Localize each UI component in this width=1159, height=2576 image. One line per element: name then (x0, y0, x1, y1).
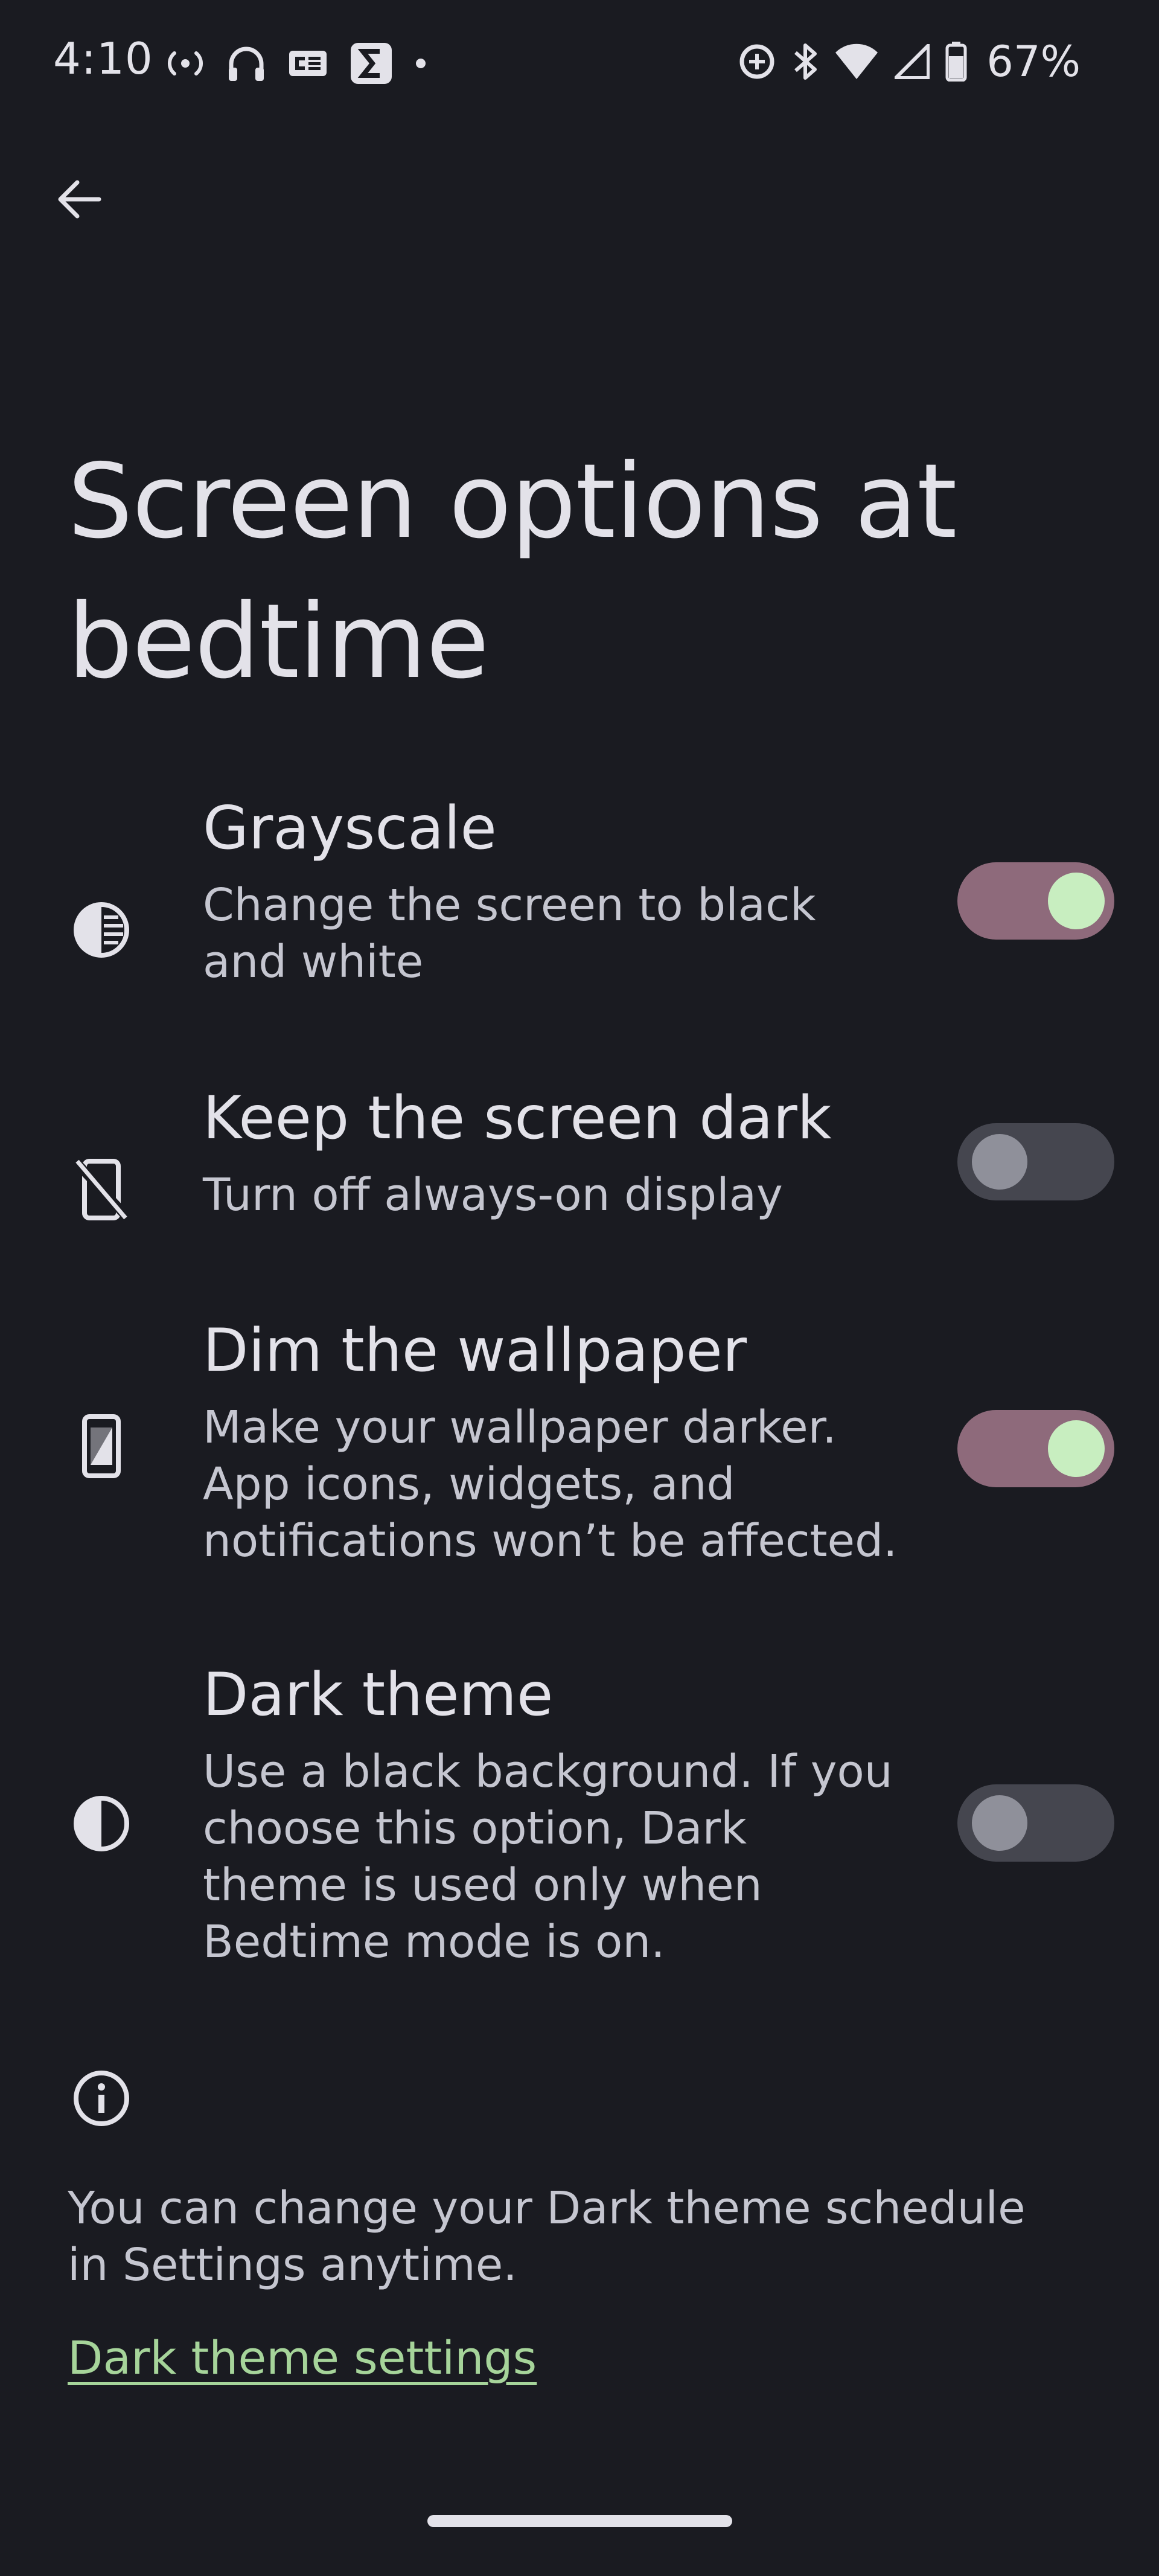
arrow-left-icon (58, 180, 101, 219)
screen-off-icon (71, 1159, 132, 1220)
setting-summary: Make your wallpaper darker. App icons, w… (203, 1402, 898, 1567)
notification-dot-icon (415, 57, 427, 69)
bluetooth-icon (792, 42, 819, 82)
setting-summary: Turn off always-on display (203, 1169, 783, 1221)
cell-signal-icon (895, 44, 930, 79)
page-title: Screen options at bedtime (68, 442, 957, 702)
setting-keep-screen-dark[interactable]: Keep the screen dark Turn off always-on … (0, 1081, 1159, 1262)
setting-text: Dark theme Use a black background. If yo… (203, 1658, 903, 1970)
headphones-icon (226, 45, 266, 82)
dark-theme-icon (71, 1793, 132, 1854)
dark-theme-toggle[interactable] (957, 1784, 1114, 1862)
toggle-thumb (972, 1134, 1027, 1190)
keep-screen-dark-toggle[interactable] (957, 1123, 1114, 1200)
status-icons-right: 67% (738, 37, 1081, 86)
setting-summary: Change the screen to black and white (203, 879, 816, 988)
setting-title: Keep the screen dark (203, 1084, 832, 1153)
ge-app-icon (288, 48, 328, 78)
battery-icon (945, 42, 967, 82)
wallpaper-dim-icon (71, 1414, 132, 1478)
info-icon (71, 2068, 132, 2129)
dark-theme-settings-link[interactable]: Dark theme settings (68, 2328, 537, 2388)
setting-dark-theme[interactable]: Dark theme Use a black background. If yo… (0, 1658, 1159, 1996)
hotspot-icon (166, 48, 205, 78)
status-bar: 4:10 67% (0, 0, 1159, 127)
setting-title: Dark theme (203, 1661, 554, 1729)
dim-wallpaper-toggle[interactable] (957, 1410, 1114, 1487)
setting-dim-wallpaper[interactable]: Dim the wallpaper Make your wallpaper da… (0, 1313, 1159, 1603)
setting-text: Grayscale Change the screen to black and… (203, 791, 903, 990)
toggle-thumb (1048, 1420, 1105, 1477)
setting-text: Keep the screen dark Turn off always-on … (203, 1081, 903, 1223)
setting-grayscale[interactable]: Grayscale Change the screen to black and… (0, 791, 1159, 1020)
sigma-app-icon (350, 42, 393, 85)
battery-percentage: 67% (986, 37, 1081, 86)
setting-summary: Use a black background. If you choose th… (203, 1746, 893, 1968)
data-saver-icon (738, 42, 776, 81)
setting-title: Grayscale (203, 794, 497, 863)
setting-title: Dim the wallpaper (203, 1316, 747, 1385)
wifi-icon (834, 43, 879, 80)
grayscale-toggle[interactable] (957, 862, 1114, 940)
back-button[interactable] (48, 169, 109, 229)
status-icons-left (166, 42, 427, 85)
toggle-thumb (1048, 873, 1105, 929)
info-text: You can change your Dark theme schedule … (68, 2182, 1026, 2291)
gesture-navigation-bar[interactable] (427, 2515, 732, 2527)
status-time: 4:10 (53, 33, 153, 84)
toggle-thumb (972, 1795, 1027, 1851)
setting-text: Dim the wallpaper Make your wallpaper da… (203, 1313, 903, 1569)
grayscale-icon (71, 900, 132, 960)
